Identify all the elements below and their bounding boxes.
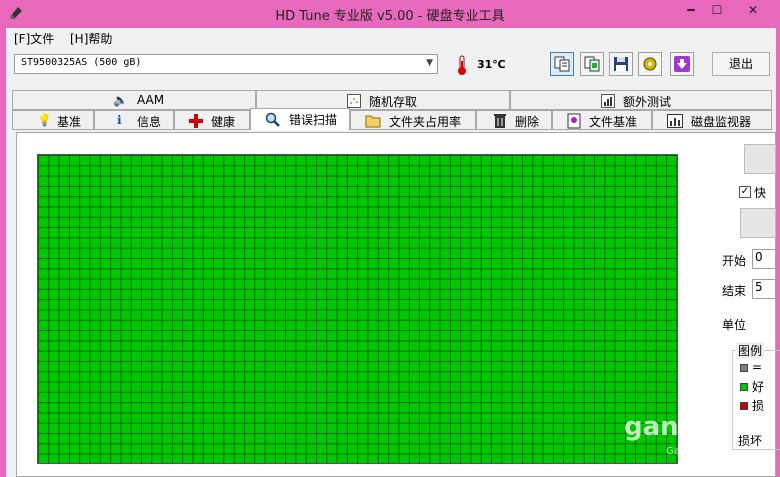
health-cross-icon xyxy=(189,114,203,128)
tab-info-label: 信息 xyxy=(137,115,162,129)
speaker-icon: 🔈 xyxy=(113,93,128,107)
tab-erase-label: 删除 xyxy=(515,115,540,129)
window-title: HD Tune 专业版 v5.00 - 硬盘专业工具 xyxy=(275,9,505,24)
copy-info-button[interactable] xyxy=(550,52,574,76)
legend-region: 图例 = 好 损 损坏 xyxy=(706,28,780,477)
lightbulb-icon: 💡 xyxy=(37,113,52,127)
tab-info[interactable]: ℹ 信息 xyxy=(94,110,174,130)
watermark-logo: gan xyxy=(624,412,679,442)
tab-benchmark[interactable]: 💡 基准 xyxy=(12,110,94,130)
legend-swatch-unknown xyxy=(740,364,748,372)
close-button[interactable]: ✕ xyxy=(733,0,773,22)
down-arrow-icon xyxy=(674,56,690,72)
tab-aam-label: AAM xyxy=(137,93,165,107)
damaged-blocks-label: 损坏 xyxy=(738,434,763,448)
copy-icon xyxy=(554,56,570,72)
tab-error-scan-label: 错误扫描 xyxy=(289,113,338,127)
extra-tests-icon xyxy=(601,94,615,108)
legend-swatch-good xyxy=(740,383,748,391)
maximize-button[interactable]: ☐ xyxy=(708,0,726,22)
tab-random-access-label: 随机存取 xyxy=(369,95,418,109)
menu-file[interactable]: [F]文件 xyxy=(14,30,54,47)
scan-block-grid xyxy=(37,154,678,464)
title-bar: HD Tune 专业版 v5.00 - 硬盘专业工具 ━ ☐ ✕ xyxy=(0,0,780,28)
tab-health[interactable]: 健康 xyxy=(174,110,250,130)
drive-select[interactable]: ST9500325AS (500 gB) ▼ xyxy=(14,54,438,74)
tab-file-benchmark-label: 文件基准 xyxy=(589,115,638,129)
download-button[interactable] xyxy=(670,52,694,76)
chevron-down-icon: ▼ xyxy=(426,58,433,68)
tab-folder-usage[interactable]: 文件夹占用率 xyxy=(350,110,476,130)
info-icon: ℹ xyxy=(117,113,122,127)
folder-icon xyxy=(365,115,381,128)
copy-all-icon xyxy=(584,56,600,72)
minimize-button[interactable]: ━ xyxy=(682,0,700,22)
tab-extra-tests-label: 额外测试 xyxy=(623,95,672,109)
tab-folder-usage-label: 文件夹占用率 xyxy=(389,115,462,129)
drive-select-value: ST9500325AS (500 gB) xyxy=(21,57,142,68)
legend-swatch-damaged xyxy=(740,402,748,410)
legend-label-damaged: 损 xyxy=(752,399,765,413)
tab-benchmark-label: 基准 xyxy=(57,115,82,129)
tab-erase[interactable]: 删除 xyxy=(476,110,552,130)
copy-all-button[interactable] xyxy=(580,52,604,76)
tab-health-label: 健康 xyxy=(211,115,236,129)
file-benchmark-icon xyxy=(567,113,581,129)
tab-aam[interactable]: 🔈 AAM xyxy=(12,90,256,110)
legend-title: 图例 xyxy=(736,342,765,359)
legend-label-unknown: = xyxy=(752,360,763,374)
thermometer-icon xyxy=(458,55,466,75)
legend-label-good: 好 xyxy=(752,380,765,394)
menu-bar: [F]文件 [H]帮助 xyxy=(6,28,776,48)
temperature-value: 31℃ xyxy=(477,58,506,71)
magnifier-icon xyxy=(265,112,280,127)
options-button[interactable] xyxy=(638,52,662,76)
random-access-icon xyxy=(347,94,361,108)
trash-icon xyxy=(494,114,506,128)
save-button[interactable] xyxy=(609,52,633,76)
tab-file-benchmark[interactable]: 文件基准 xyxy=(552,110,652,130)
disk-monitor-icon xyxy=(667,114,683,128)
floppy-disk-icon xyxy=(614,57,628,71)
tab-random-access[interactable]: 随机存取 xyxy=(256,90,510,110)
options-icon xyxy=(643,57,657,71)
tab-error-scan[interactable]: 错误扫描 xyxy=(250,108,350,130)
watermark-url: Ganji.com xyxy=(666,446,717,457)
menu-help[interactable]: [H]帮助 xyxy=(70,30,112,47)
